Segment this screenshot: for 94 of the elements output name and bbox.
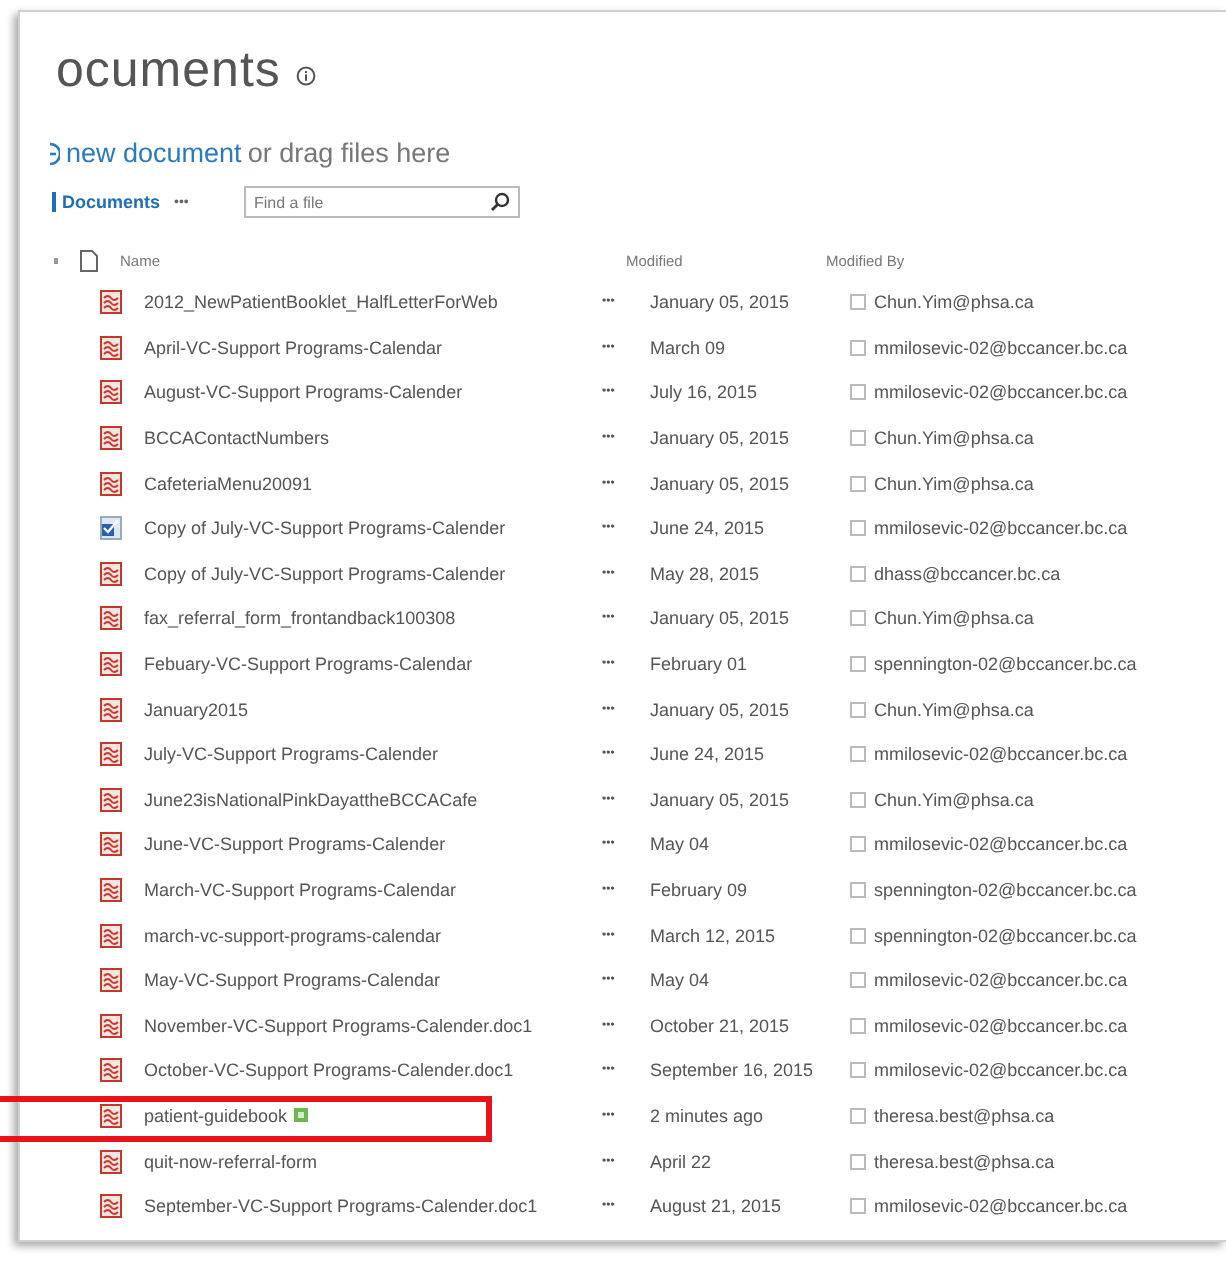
file-name-link[interactable]: January2015 <box>144 699 249 720</box>
file-name-link[interactable]: fax_referral_form_frontandback100308 <box>144 608 456 629</box>
file-name-link[interactable]: CafeteriaMenu20091 <box>144 473 313 494</box>
modified-date: February 01 <box>650 654 750 675</box>
file-name-link[interactable]: Copy of July-VC-Support Programs-Calender <box>144 518 506 539</box>
sort-mark <box>54 257 58 263</box>
author-email[interactable]: spennington-02@bccancer.bc.ca <box>874 880 1137 901</box>
author-email[interactable]: mmilosevic-02@bccancer.bc.ca <box>874 1196 1128 1217</box>
file-name-link[interactable]: July-VC-Support Programs-Calender <box>144 744 439 765</box>
modified-date: July 16, 2015 <box>650 382 760 403</box>
modified-date: March 09 <box>650 337 728 358</box>
author-email[interactable]: spennington-02@bccancer.bc.ca <box>874 925 1137 946</box>
presence-icon <box>850 1153 866 1170</box>
presence-icon <box>850 746 866 763</box>
author-email[interactable]: Chun.Yim@phsa.ca <box>874 699 1034 720</box>
author-email[interactable]: Chun.Yim@phsa.ca <box>874 473 1034 494</box>
presence-icon <box>850 565 866 582</box>
file-name-link[interactable]: Febuary-VC-Support Programs-Calendar <box>144 654 473 675</box>
file-name-link[interactable]: patient-guidebook <box>144 1105 288 1126</box>
file-name-link[interactable]: quit-now-referral-form <box>144 1151 318 1172</box>
author-email[interactable]: theresa.best@phsa.ca <box>874 1151 1055 1172</box>
author-email[interactable]: mmilosevic-02@bccancer.bc.ca <box>874 337 1128 358</box>
author-email[interactable]: Chun.Yim@phsa.ca <box>874 789 1034 810</box>
file-name-link[interactable]: Copy of July-VC-Support Programs-Calender <box>144 563 506 584</box>
presence-icon <box>850 339 866 356</box>
author-email[interactable]: Chun.Yim@phsa.ca <box>874 292 1034 313</box>
file-name-link[interactable]: march-vc-support-programs-calendar <box>144 925 442 946</box>
presence-icon <box>850 1062 866 1079</box>
modified-date: May 04 <box>650 970 712 991</box>
presence-icon <box>850 294 866 311</box>
modified-date: October 21, 2015 <box>650 1015 792 1036</box>
presence-icon <box>850 1198 866 1215</box>
presence-icon <box>850 836 866 853</box>
presence-icon <box>850 791 866 808</box>
view-tab[interactable]: Documents <box>52 192 174 212</box>
author-email[interactable]: Chun.Yim@phsa.ca <box>874 428 1034 449</box>
presence-icon <box>850 656 866 673</box>
new-document-link[interactable]: new document <box>66 138 242 168</box>
modified-date: January 05, 2015 <box>650 699 792 720</box>
file-name-link[interactable]: 2012_NewPatientBooklet_HalfLetterForWeb <box>144 292 498 313</box>
search-field[interactable]: Find a file <box>244 186 520 218</box>
presence-icon <box>850 701 866 718</box>
presence-icon <box>850 927 866 944</box>
modified-date: January 05, 2015 <box>650 608 792 629</box>
presence-icon <box>850 610 866 627</box>
author-email[interactable]: mmilosevic-02@bccancer.bc.ca <box>874 518 1128 539</box>
presence-icon <box>850 882 866 899</box>
author-email[interactable]: mmilosevic-02@bccancer.bc.ca <box>874 834 1128 855</box>
modified-date: January 05, 2015 <box>650 789 792 810</box>
file-name-link[interactable]: November-VC-Support Programs-Calender.doc1 <box>144 1015 533 1036</box>
modified-date: June 24, 2015 <box>650 744 767 765</box>
file-name-link[interactable]: June-VC-Support Programs-Calender <box>144 834 446 855</box>
modified-date: May 04 <box>650 834 712 855</box>
author-email[interactable]: spennington-02@bccancer.bc.ca <box>874 654 1137 675</box>
modified-date: January 05, 2015 <box>650 292 792 313</box>
page-title: ocuments <box>56 41 281 99</box>
file-name-link[interactable]: August-VC-Support Programs-Calender <box>144 382 463 403</box>
author-email[interactable]: mmilosevic-02@bccancer.bc.ca <box>874 744 1128 765</box>
modified-date: January 05, 2015 <box>650 473 792 494</box>
file-name-link[interactable]: October-VC-Support Programs-Calender.doc1 <box>144 1060 514 1081</box>
info-icon[interactable] <box>296 66 317 86</box>
file-name-link[interactable]: April-VC-Support Programs-Calendar <box>144 337 443 358</box>
file-name-link[interactable]: March-VC-Support Programs-Calendar <box>144 880 457 901</box>
author-email[interactable]: mmilosevic-02@bccancer.bc.ca <box>874 382 1128 403</box>
presence-icon <box>850 475 866 492</box>
modified-date: April 22 <box>650 1151 714 1172</box>
modified-date: August 21, 2015 <box>650 1196 784 1217</box>
presence-icon <box>850 520 866 537</box>
modified-date: January 05, 2015 <box>650 428 792 449</box>
author-email[interactable]: mmilosevic-02@bccancer.bc.ca <box>874 1060 1128 1081</box>
file-name-link[interactable]: June23isNationalPinkDayattheBCCACafe <box>144 789 478 810</box>
file-name-link[interactable]: May-VC-Support Programs-Calendar <box>144 970 441 991</box>
author-email[interactable]: dhass@bccancer.bc.ca <box>874 563 1061 584</box>
author-email[interactable]: Chun.Yim@phsa.ca <box>874 608 1034 629</box>
author-email[interactable]: mmilosevic-02@bccancer.bc.ca <box>874 1015 1128 1036</box>
modified-date: February 09 <box>650 880 750 901</box>
presence-icon <box>850 1107 866 1124</box>
add-icon[interactable] <box>50 141 60 165</box>
author-email[interactable]: theresa.best@phsa.ca <box>874 1105 1055 1126</box>
file-name-link[interactable]: BCCAContactNumbers <box>144 428 330 449</box>
modified-date: June 24, 2015 <box>650 518 767 539</box>
presence-icon <box>850 430 866 447</box>
modified-date: 2 minutes ago <box>650 1105 766 1126</box>
presence-icon <box>850 1017 866 1034</box>
file-name-link[interactable]: September-VC-Support Programs-Calender.doc1 <box>144 1196 538 1217</box>
modified-date: May 28, 2015 <box>650 563 762 584</box>
file-type-icon <box>80 249 98 271</box>
author-email[interactable]: mmilosevic-02@bccancer.bc.ca <box>874 970 1128 991</box>
drag-hint: or drag files here <box>247 138 451 168</box>
modified-date: September 16, 2015 <box>650 1060 816 1081</box>
presence-icon <box>850 972 866 989</box>
modified-date: March 12, 2015 <box>650 925 778 946</box>
search-icon <box>490 192 510 212</box>
presence-icon <box>850 384 866 401</box>
